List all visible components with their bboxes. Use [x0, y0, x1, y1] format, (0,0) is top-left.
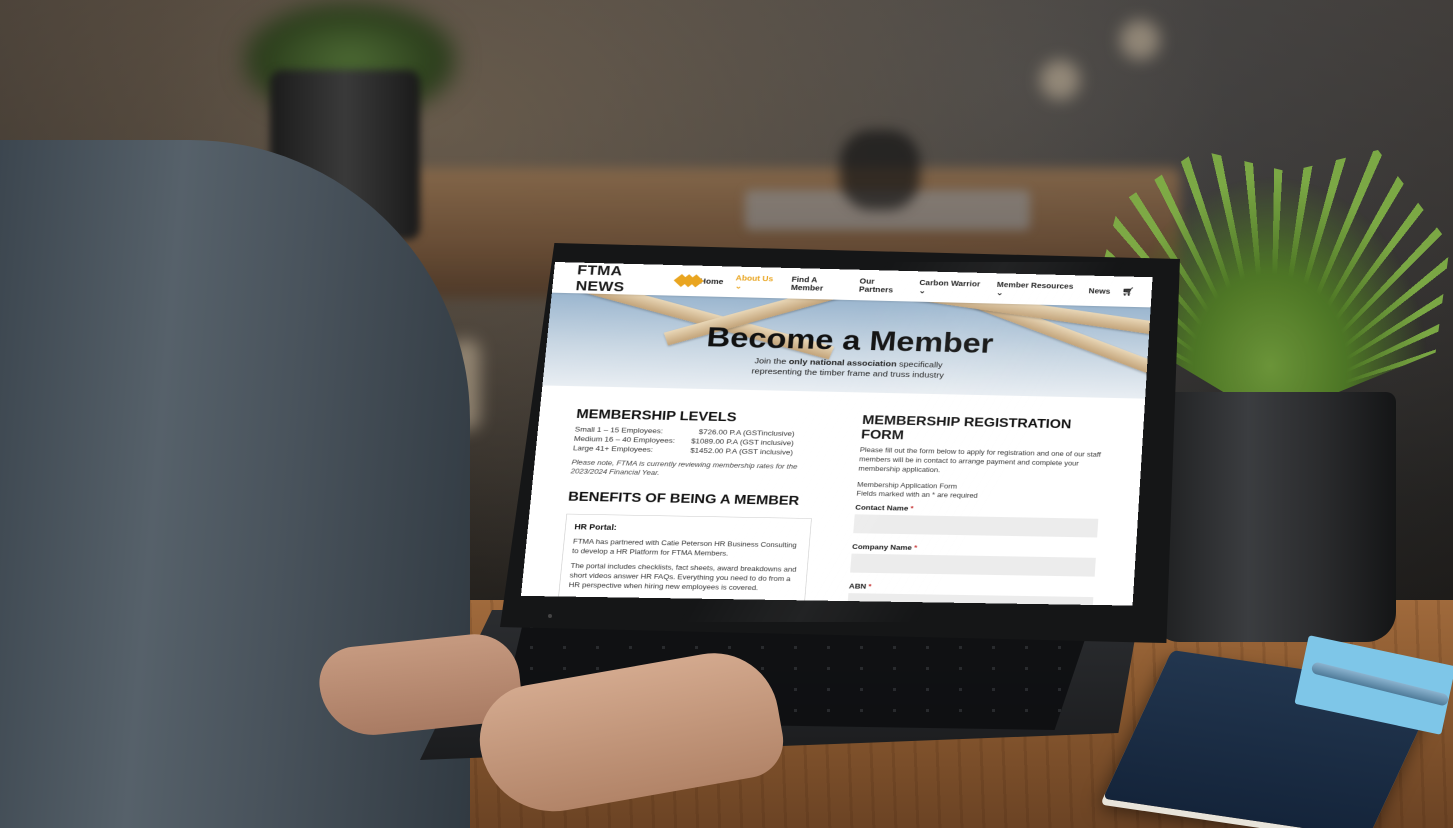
- webcam-dot: [548, 614, 552, 618]
- contact-name-label-text: Contact Name: [854, 503, 909, 513]
- abn-label: ABN *: [849, 582, 1104, 594]
- contact-name-field[interactable]: [853, 514, 1099, 538]
- benefit-card-hr-portal: HR Portal: FTMA has partnered with Catie…: [557, 513, 812, 606]
- hero-subtitle-bold: only national association: [788, 357, 897, 369]
- registration-column: MEMBERSHIP REGISTRATION FORM Please fill…: [846, 413, 1114, 606]
- form-meta: Membership Application Form Fields marke…: [856, 480, 1110, 502]
- photo-background: FTMA NEWS Home About Us ⌄ Find A Member …: [0, 0, 1453, 828]
- nav-item-about-us[interactable]: About Us ⌄: [735, 273, 780, 291]
- hero-banner: Become a Member Join the only national a…: [542, 292, 1151, 399]
- nav-menu: Home About Us ⌄ Find A Member Our Partne…: [699, 273, 1135, 301]
- benefits-heading: BENEFITS OF BEING A MEMBER: [567, 489, 800, 509]
- plant-pot: [1150, 392, 1396, 642]
- company-name-field[interactable]: [850, 553, 1096, 577]
- membership-levels-heading: MEMBERSHIP LEVELS: [575, 406, 738, 425]
- registration-form-intro: Please fill out the form below to apply …: [858, 446, 1102, 474]
- cart-icon[interactable]: 🛒︎: [1122, 287, 1135, 297]
- registration-form-heading: MEMBERSHIP REGISTRATION FORM: [860, 413, 1072, 443]
- benefit-card-title: HR Portal:: [574, 522, 618, 532]
- required-asterisk: *: [868, 582, 872, 591]
- level-label: Large 41+ Employees:: [572, 443, 654, 454]
- site-logo[interactable]: FTMA NEWS: [575, 262, 704, 297]
- hero-subtitle-mid: specifically: [896, 359, 943, 370]
- contact-name-label: Contact Name *: [855, 503, 1109, 516]
- nav-item-find-a-member[interactable]: Find A Member: [791, 275, 849, 293]
- background-glass: [840, 130, 920, 210]
- logo-text: FTMA NEWS: [575, 262, 626, 295]
- membership-rates-note: Please note, FTMA is currently reviewing…: [570, 458, 798, 477]
- required-asterisk: *: [913, 543, 918, 552]
- company-name-label-text: Company Name: [851, 542, 913, 552]
- nav-item-carbon-warrior[interactable]: Carbon Warrior ⌄: [919, 278, 986, 296]
- level-price: $1452.00 P.A (GST inclusive): [689, 446, 794, 457]
- bokeh-light: [1040, 60, 1080, 100]
- nav-item-member-resources[interactable]: Member Resources ⌄: [996, 280, 1077, 299]
- nav-item-our-partners[interactable]: Our Partners: [859, 277, 908, 294]
- benefit-card-paragraph: The portal includes checklists, fact she…: [568, 562, 797, 592]
- membership-levels-list: Small 1 – 15 Employees: $726.00 P.A (GST…: [573, 425, 820, 458]
- company-name-label: Company Name *: [852, 543, 1106, 555]
- bokeh-light: [1120, 20, 1160, 60]
- hero-subtitle-prefix: Join the: [754, 356, 790, 367]
- website-viewport: FTMA NEWS Home About Us ⌄ Find A Member …: [520, 262, 1153, 606]
- logo-mark-icon: [673, 274, 704, 288]
- nav-item-news[interactable]: News: [1088, 287, 1110, 296]
- benefit-card-paragraph: FTMA has partnered with Catie Peterson H…: [571, 537, 798, 558]
- abn-field[interactable]: [846, 593, 1094, 606]
- laptop-screen: FTMA NEWS Home About Us ⌄ Find A Member …: [520, 262, 1167, 622]
- required-asterisk: *: [910, 504, 914, 513]
- membership-column: MEMBERSHIP LEVELS Small 1 – 15 Employees…: [557, 406, 821, 606]
- abn-label-text: ABN: [848, 582, 867, 591]
